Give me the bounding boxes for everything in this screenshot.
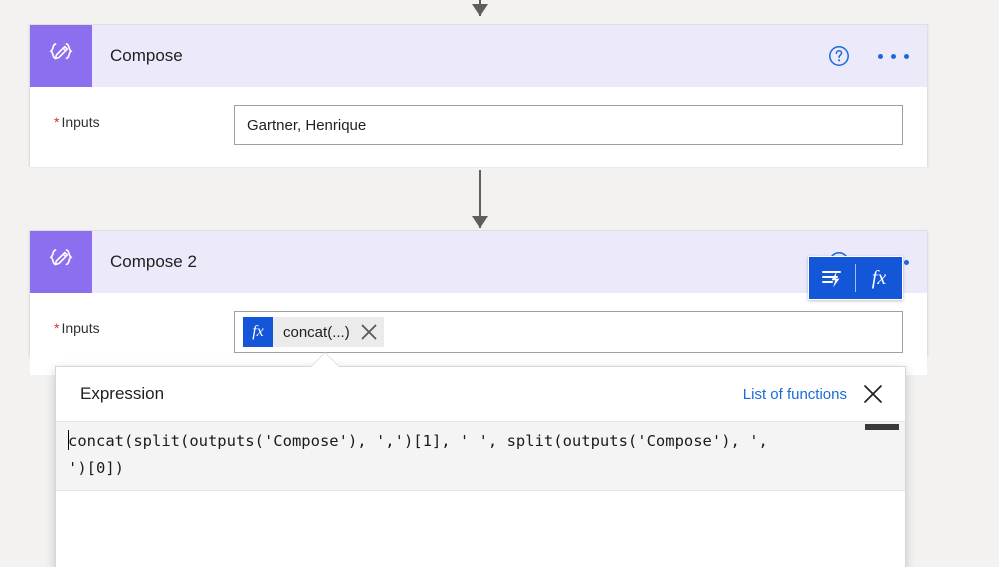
expression-editor[interactable]: concat(split(outputs('Compose'), ',')[1]… — [56, 421, 905, 491]
help-circle-icon[interactable] — [828, 45, 850, 67]
compose-braces-pencil-icon — [30, 231, 92, 293]
card-header-compose[interactable]: Compose — [30, 25, 927, 87]
card-title-compose-2: Compose 2 — [110, 252, 197, 271]
expression-text-line-1[interactable]: concat(split(outputs('Compose'), ',')[1]… — [68, 428, 891, 455]
inputs-input-compose[interactable]: Gartner, Henrique — [234, 105, 903, 145]
required-marker: * — [54, 320, 60, 336]
popup-pointer-arrow — [311, 353, 339, 367]
close-x-icon[interactable] — [861, 382, 885, 406]
expression-line-1-text: concat(split(outputs('Compose'), ',')[1]… — [68, 432, 768, 450]
expression-popup-body — [56, 491, 905, 567]
expression-popup-title: Expression — [80, 384, 165, 403]
close-x-icon[interactable] — [358, 321, 380, 343]
inputs-field-label-2: * Inputs — [54, 311, 234, 336]
expression-popup[interactable]: Expression List of functions concat(spli… — [55, 353, 906, 567]
token-label: concat(...) — [283, 323, 350, 341]
inputs-value-compose: Gartner, Henrique — [247, 116, 367, 134]
card-body-compose-2: * Inputs fx concat(...) — [30, 293, 927, 375]
inputs-label-text: Inputs — [61, 114, 100, 130]
expression-popup-header: Expression List of functions — [56, 367, 905, 421]
action-card-compose[interactable]: Compose * Inputs Gartner, Henrique — [29, 24, 928, 167]
card-title-compose: Compose — [110, 46, 183, 65]
token-fx-icon: fx — [243, 317, 273, 347]
compose-braces-pencil-icon — [30, 25, 92, 87]
expression-token-chip[interactable]: fx concat(...) — [243, 317, 384, 347]
flow-designer-canvas: Compose * Inputs Gartner, Henrique Compo… — [0, 0, 999, 567]
inputs-label-text-2: Inputs — [61, 320, 100, 336]
ellipsis-icon[interactable] — [878, 53, 909, 59]
inputs-field-label: * Inputs — [54, 105, 234, 130]
dynamic-content-toolbar[interactable]: fx — [808, 256, 903, 300]
inputs-input-compose-2[interactable]: fx concat(...) — [234, 311, 903, 353]
expression-fx-button[interactable]: fx — [856, 257, 902, 299]
expression-fx-label: fx — [871, 266, 887, 289]
card-header-actions-compose — [828, 25, 909, 87]
required-marker: * — [54, 114, 60, 130]
horizontal-scrollbar-thumb[interactable] — [865, 424, 899, 430]
list-of-functions-link[interactable]: List of functions — [743, 386, 847, 403]
card-header-compose-2[interactable]: Compose 2 — [30, 231, 927, 293]
dynamic-content-lightning-icon[interactable] — [809, 257, 855, 299]
expression-text-line-2[interactable]: ')[0]) — [68, 455, 891, 482]
action-card-compose-2[interactable]: Compose 2 * Inputs fx concat(...) — [29, 230, 928, 375]
card-body-compose: * Inputs Gartner, Henrique — [30, 87, 927, 167]
